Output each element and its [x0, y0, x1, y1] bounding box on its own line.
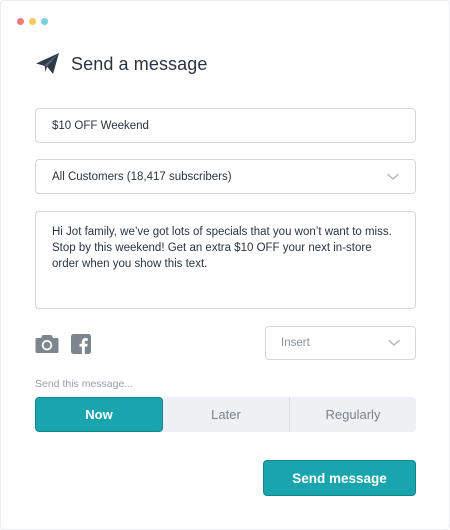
message-window: Send a message $10 OFF Weekend All Custo… — [0, 0, 450, 530]
close-window-dot[interactable] — [17, 18, 24, 25]
audience-value: All Customers (18,417 subscribers) — [52, 170, 232, 183]
facebook-icon[interactable] — [71, 334, 91, 354]
chevron-down-icon — [387, 173, 399, 180]
subject-input[interactable]: $10 OFF Weekend — [35, 108, 416, 143]
minimize-window-dot[interactable] — [29, 18, 36, 25]
window-controls — [17, 18, 48, 25]
page-header: Send a message — [35, 51, 208, 77]
schedule-option-later[interactable]: Later — [163, 397, 290, 432]
subject-value: $10 OFF Weekend — [52, 119, 149, 132]
schedule-option-regularly[interactable]: Regularly — [290, 397, 416, 432]
insert-dropdown[interactable]: Insert — [265, 326, 416, 360]
audience-select[interactable]: All Customers (18,417 subscribers) — [35, 159, 416, 194]
attachment-bar — [35, 334, 91, 354]
message-body-textarea[interactable]: Hi Jot family, we’ve got lots of special… — [35, 211, 416, 309]
chevron-down-icon — [388, 339, 400, 346]
camera-icon[interactable] — [35, 334, 59, 354]
page-title: Send a message — [71, 53, 208, 74]
insert-label: Insert — [281, 337, 310, 349]
send-message-button[interactable]: Send message — [263, 460, 416, 496]
schedule-label: Send this message... — [35, 378, 134, 390]
message-body-text: Hi Jot family, we’ve got lots of special… — [52, 226, 392, 270]
schedule-segmented-control: Now Later Regularly — [35, 397, 416, 432]
maximize-window-dot[interactable] — [41, 18, 48, 25]
paper-plane-icon — [36, 53, 59, 74]
schedule-option-now[interactable]: Now — [35, 397, 163, 432]
